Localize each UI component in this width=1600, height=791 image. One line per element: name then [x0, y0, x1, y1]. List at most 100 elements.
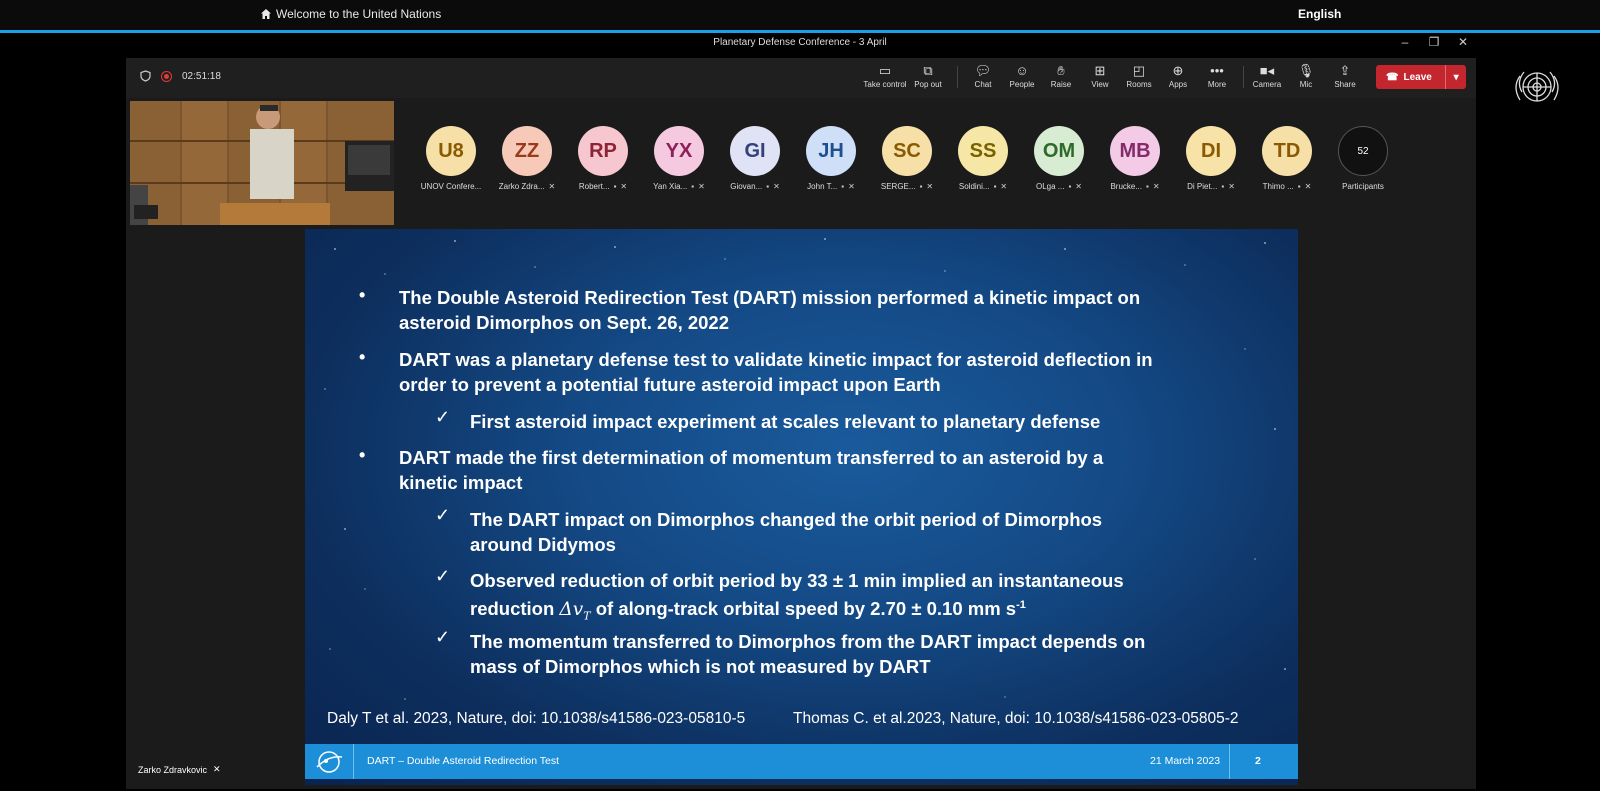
participant-tile[interactable]: MB Brucke... ▪ ✕ — [1100, 126, 1170, 191]
record-icon — [161, 70, 172, 82]
restore-icon[interactable]: ❐ — [1427, 35, 1441, 49]
rooms-button[interactable]: ◰ Rooms — [1119, 62, 1159, 94]
avatar: SS — [958, 126, 1008, 176]
mic-off-icon: ✕ — [620, 182, 628, 191]
take-control-icon: ▭ — [878, 63, 892, 78]
apps-button[interactable]: ⊕ Apps — [1158, 62, 1198, 94]
slide-subpoint: Observed reduction of orbit period by 33… — [470, 570, 1124, 623]
toolbar-separator — [957, 66, 958, 88]
slide-number: 2 — [1255, 755, 1261, 767]
slide-subpoint: First asteroid impact experiment at scal… — [470, 411, 1101, 432]
mic-off-icon: ✕ — [1075, 182, 1082, 191]
share-button[interactable]: ⇪ Share — [1325, 62, 1365, 94]
toolbar-separator — [1243, 66, 1244, 88]
participant-tile[interactable]: ZZ Zarko Zdra... ✕ — [492, 126, 562, 191]
people-button[interactable]: ☺ People — [1002, 62, 1042, 94]
participant-name: John T... — [807, 182, 838, 191]
speaker-name-tag: Zarko Zdravkovic ✕ — [138, 764, 221, 775]
chat-button[interactable]: 💬︎ Chat — [963, 62, 1003, 94]
camera-off-icon: ▪ — [766, 182, 770, 191]
camera-off-icon: ▪ — [1068, 182, 1072, 191]
camera-off-icon: ▪ — [1297, 182, 1301, 191]
slide-footer: DART – Double Asteroid Redirection Test … — [305, 744, 1298, 779]
camera-off-icon: ▪ — [841, 182, 845, 191]
mic-off-icon: ✕ — [548, 182, 556, 191]
slide-subpoint: The DART impact on Dimorphos changed the… — [470, 509, 1103, 555]
view-button[interactable]: ⊞ View — [1080, 62, 1120, 94]
participant-name: Di Piet... — [1187, 182, 1218, 191]
mic-off-icon: ✕ — [1304, 182, 1312, 191]
rooms-icon: ◰ — [1132, 63, 1146, 78]
participant-tile[interactable]: RP Robert... ▪ ✕ — [568, 126, 638, 191]
chevron-down-icon[interactable]: ▾ — [1446, 72, 1466, 83]
checkmark-icon: ✓ — [435, 407, 451, 427]
share-icon: ⇪ — [1339, 63, 1351, 78]
mic-off-icon: ✕ — [926, 182, 934, 191]
mic-off-icon: ✕ — [773, 182, 780, 191]
teams-meeting-window: 02:51:18 ▭ Take control ⧉ Pop out 💬︎ Chat ☺… — [126, 58, 1476, 789]
participant-tile[interactable]: SC SERGE... ▪ ✕ — [872, 126, 942, 191]
speaker-video-frame — [130, 101, 394, 225]
language-selector[interactable]: English — [1298, 7, 1341, 21]
participant-tile[interactable]: U8 UNOV Confere... — [416, 126, 486, 191]
participants-count: 52 — [1338, 126, 1388, 176]
camera-off-icon: ▪ — [993, 182, 997, 191]
participant-name: Soldini... — [958, 182, 990, 191]
pop-out-button[interactable]: ⧉ Pop out — [908, 62, 948, 94]
leave-button[interactable]: ☎ Leave ▾ — [1376, 65, 1466, 89]
participants-overflow[interactable]: 52 Participants — [1328, 126, 1398, 191]
footer-title: DART – Double Asteroid Redirection Test — [367, 755, 560, 767]
participant-tile[interactable]: SS Soldini... ▪ ✕ — [948, 126, 1018, 191]
slide-bullet: DART was a planetary defense test to val… — [399, 349, 1153, 395]
raise-hand-button[interactable]: ✋︎ Raise — [1041, 62, 1081, 94]
avatar: ZZ — [502, 126, 552, 176]
reference-2: Thomas C. et al.2023, Nature, doi: 10.10… — [793, 710, 1239, 727]
checkmark-icon: ✓ — [435, 505, 451, 525]
window-title-bar: Planetary Defense Conference - 3 April –… — [0, 33, 1600, 53]
un-home-link[interactable]: Welcome to the United Nations — [260, 7, 441, 21]
take-control-button[interactable]: ▭ Take control — [862, 62, 908, 94]
participant-name: UNOV Confere... — [420, 182, 482, 191]
chat-icon: 💬︎ — [974, 63, 992, 78]
apps-icon: ⊕ — [1172, 63, 1184, 78]
camera-button[interactable]: ■◂ Camera — [1247, 62, 1287, 94]
more-button[interactable]: ••• More — [1197, 62, 1237, 94]
participant-tile[interactable]: TD Thimo ... ▪ ✕ — [1252, 126, 1322, 191]
participant-tile[interactable]: OM OLga ... ▪ ✕ — [1024, 126, 1094, 191]
participant-name: Thimo ... — [1262, 182, 1294, 191]
participant-tile[interactable]: YX Yan Xia... ▪ ✕ — [644, 126, 714, 191]
camera-off-icon: ▪ — [1146, 182, 1149, 191]
participant-tile[interactable]: DI Di Piet... ▪ ✕ — [1176, 126, 1246, 191]
avatar: DI — [1186, 126, 1236, 176]
recording-indicator: 02:51:18 — [140, 70, 221, 82]
mic-off-icon: ✕ — [1000, 182, 1008, 191]
bullet-marker: • — [359, 347, 366, 367]
avatar: TD — [1262, 126, 1312, 176]
participant-tile[interactable]: JH John T... ▪ ✕ — [796, 126, 866, 191]
checkmark-icon: ✓ — [435, 627, 451, 647]
un-home-label: Welcome to the United Nations — [276, 7, 442, 21]
shared-slide: • The Double Asteroid Redirection Test (… — [305, 229, 1298, 785]
more-icon: ••• — [1210, 63, 1224, 78]
pop-out-icon: ⧉ — [923, 63, 933, 78]
nasa-logo-icon — [316, 751, 343, 773]
camera-off-icon: ▪ — [691, 182, 695, 191]
mic-icon: 🎙︎ — [1297, 63, 1315, 78]
camera-icon: ■◂ — [1259, 63, 1275, 78]
participants-label: Participants — [1342, 182, 1384, 191]
avatar: SC — [882, 126, 932, 176]
phone-hangup-icon: ☎ — [1386, 71, 1399, 83]
avatar: JH — [806, 126, 856, 176]
participant-tile[interactable]: GI Giovan... ▪ ✕ — [720, 126, 790, 191]
avatar: GI — [730, 126, 780, 176]
participant-name: Robert... — [578, 182, 610, 191]
speaker-video[interactable] — [130, 101, 394, 225]
camera-off-icon: ▪ — [613, 182, 617, 191]
slide-subpoint: The momentum transferred to Dimorphos fr… — [470, 631, 1146, 677]
participants-strip: U8 UNOV Confere... ZZ Zarko Zdra... ✕ RP … — [416, 126, 1466, 206]
close-icon[interactable]: ✕ — [1456, 35, 1470, 49]
minimize-icon[interactable]: – — [1398, 35, 1412, 49]
un-emblem-icon — [1515, 71, 1559, 102]
mic-button[interactable]: 🎙︎ Mic — [1286, 62, 1326, 94]
mic-off-icon: ✕ — [213, 764, 221, 774]
